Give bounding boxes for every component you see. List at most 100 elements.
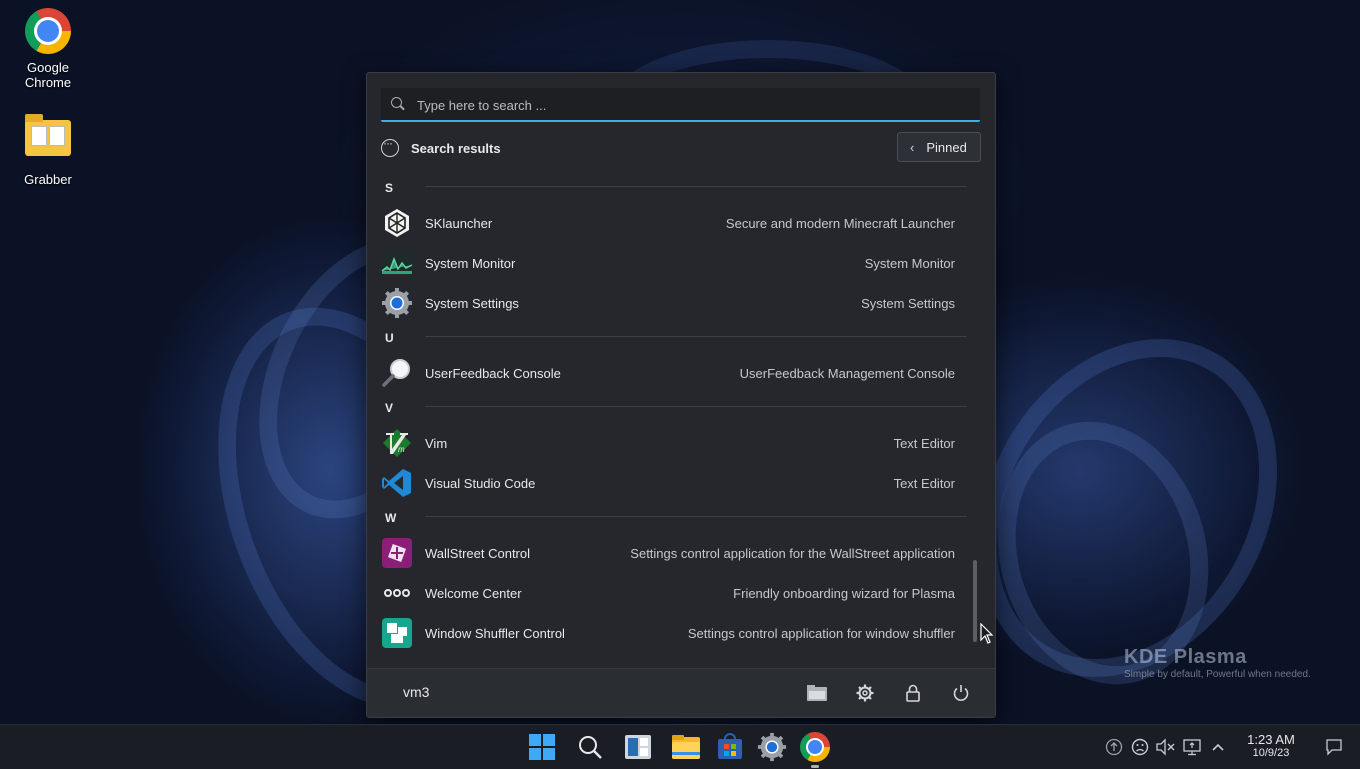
item-name: Visual Studio Code: [425, 475, 536, 491]
vscode-icon: [381, 467, 413, 499]
results-header: Search results: [381, 133, 501, 163]
section-letter: S: [385, 181, 394, 195]
item-name: System Monitor: [425, 255, 516, 271]
notification-button[interactable]: [1324, 737, 1344, 757]
power-icon: [953, 685, 969, 701]
search-input[interactable]: [415, 88, 969, 122]
clock-date: 10/9/23: [1252, 747, 1290, 759]
item-description: Secure and modern Minecraft Launcher: [725, 215, 955, 231]
item-description: System Monitor: [864, 255, 955, 271]
desktop-icon-google-chrome[interactable]: Google Chrome: [6, 8, 90, 90]
system-monitor-icon: [381, 247, 413, 279]
volume-tray-button[interactable]: [1155, 737, 1175, 757]
item-description: Friendly onboarding wizard for Plasma: [733, 585, 955, 601]
item-description: Text Editor: [893, 435, 955, 451]
folder-icon: [24, 114, 72, 168]
search-icon: [579, 736, 602, 759]
application-launcher: Search results ‹ Pinned S SKlauncher Sec…: [366, 72, 996, 718]
svg-text:m: m: [398, 445, 405, 454]
update-icon: [1105, 738, 1123, 756]
taskbar-file-explorer-button[interactable]: [670, 731, 702, 763]
clock[interactable]: 1:23 AM 10/9/23: [1236, 732, 1306, 759]
item-name: Welcome Center: [425, 585, 522, 601]
magnifier-icon: [381, 357, 413, 389]
section-letter: W: [385, 511, 397, 525]
welcome-center-icon: [381, 577, 413, 609]
vim-icon: m: [381, 427, 413, 459]
file-manager-icon: [807, 685, 827, 701]
chrome-icon: [24, 8, 72, 56]
feedback-icon: [1131, 738, 1149, 756]
item-name: UserFeedback Console: [425, 365, 561, 381]
window-shuffler-icon: [381, 617, 413, 649]
update-tray-button[interactable]: [1104, 737, 1124, 757]
section-letter: V: [385, 401, 394, 415]
section-letter: U: [385, 331, 394, 345]
kde-plasma-watermark: KDE Plasma Simple by default, Powerful w…: [1124, 646, 1311, 680]
results-scrollbar[interactable]: [973, 560, 977, 642]
list-item-vim[interactable]: m Vim Text Editor: [381, 423, 971, 463]
list-item-system-settings[interactable]: System Settings System Settings: [381, 283, 971, 323]
list-item-wallstreet-control[interactable]: WallStreet Control Settings control appl…: [381, 533, 971, 573]
taskbar-search-button[interactable]: [574, 731, 606, 763]
network-icon: [1183, 739, 1201, 756]
store-icon: [718, 733, 742, 759]
system-settings-icon: [381, 287, 413, 319]
section-divider: [425, 186, 967, 187]
chevron-up-icon: [1212, 743, 1224, 751]
lock-icon: [906, 684, 920, 702]
list-item-sklauncher[interactable]: SKlauncher Secure and modern Minecraft L…: [381, 203, 971, 243]
section-divider: [425, 516, 967, 517]
notification-icon: [1326, 739, 1342, 756]
taskbar-system-settings-button[interactable]: [756, 731, 788, 763]
file-manager-button[interactable]: [805, 681, 829, 705]
settings-gear-icon: [856, 684, 874, 702]
widgets-icon: [625, 735, 651, 759]
volume-muted-icon: [1156, 738, 1175, 756]
chrome-icon: [800, 732, 830, 762]
list-item-system-monitor[interactable]: System Monitor System Monitor: [381, 243, 971, 283]
item-name: Window Shuffler Control: [425, 625, 565, 641]
section-divider: [425, 336, 967, 337]
desktop-icon-label: Grabber: [24, 172, 72, 187]
chevron-left-icon: ‹: [910, 139, 915, 155]
system-settings-icon: [757, 732, 787, 762]
sklauncher-icon: [381, 207, 413, 239]
list-item-visual-studio-code[interactable]: Visual Studio Code Text Editor: [381, 463, 971, 503]
item-name: System Settings: [425, 295, 519, 311]
mouse-cursor: [980, 622, 994, 650]
settings-button[interactable]: [853, 681, 877, 705]
search-icon: [391, 97, 402, 108]
pinned-button[interactable]: ‹ Pinned: [897, 132, 981, 162]
item-description: System Settings: [861, 295, 955, 311]
list-item-userfeedback-console[interactable]: UserFeedback Console UserFeedback Manage…: [381, 353, 971, 393]
network-tray-button[interactable]: [1182, 737, 1202, 757]
feedback-tray-button[interactable]: [1130, 737, 1150, 757]
section-divider: [425, 406, 967, 407]
pinned-button-label: Pinned: [926, 139, 967, 155]
lock-button[interactable]: [901, 681, 925, 705]
launcher-footer: vm3: [367, 668, 995, 717]
taskbar-start-button[interactable]: [526, 731, 558, 763]
desktop-icon-label: Google Chrome: [24, 60, 72, 90]
more-options-icon: [381, 136, 399, 157]
item-name: SKlauncher: [425, 215, 493, 231]
taskbar-store-button[interactable]: [714, 731, 746, 763]
list-item-window-shuffler-control[interactable]: Window Shuffler Control Settings control…: [381, 613, 971, 653]
item-description: Settings control application for window …: [687, 625, 955, 641]
start-menu-icon: [529, 734, 555, 760]
clock-time: 1:23 AM: [1247, 732, 1295, 747]
taskbar-widgets-button[interactable]: [622, 731, 654, 763]
list-item-welcome-center[interactable]: Welcome Center Friendly onboarding wizar…: [381, 573, 971, 613]
item-description: Settings control application for the Wal…: [630, 545, 955, 561]
power-button[interactable]: [949, 681, 973, 705]
taskbar-chrome-button[interactable]: [799, 731, 831, 763]
desktop-icon-grabber[interactable]: Grabber: [6, 114, 90, 187]
file-explorer-icon: [672, 735, 700, 759]
search-field: [381, 88, 980, 122]
results-title: Search results: [411, 140, 501, 156]
wallstreet-icon: [381, 537, 413, 569]
item-description: Text Editor: [893, 475, 955, 491]
user-name: vm3: [403, 684, 430, 700]
show-hidden-icons-button[interactable]: [1208, 737, 1228, 757]
